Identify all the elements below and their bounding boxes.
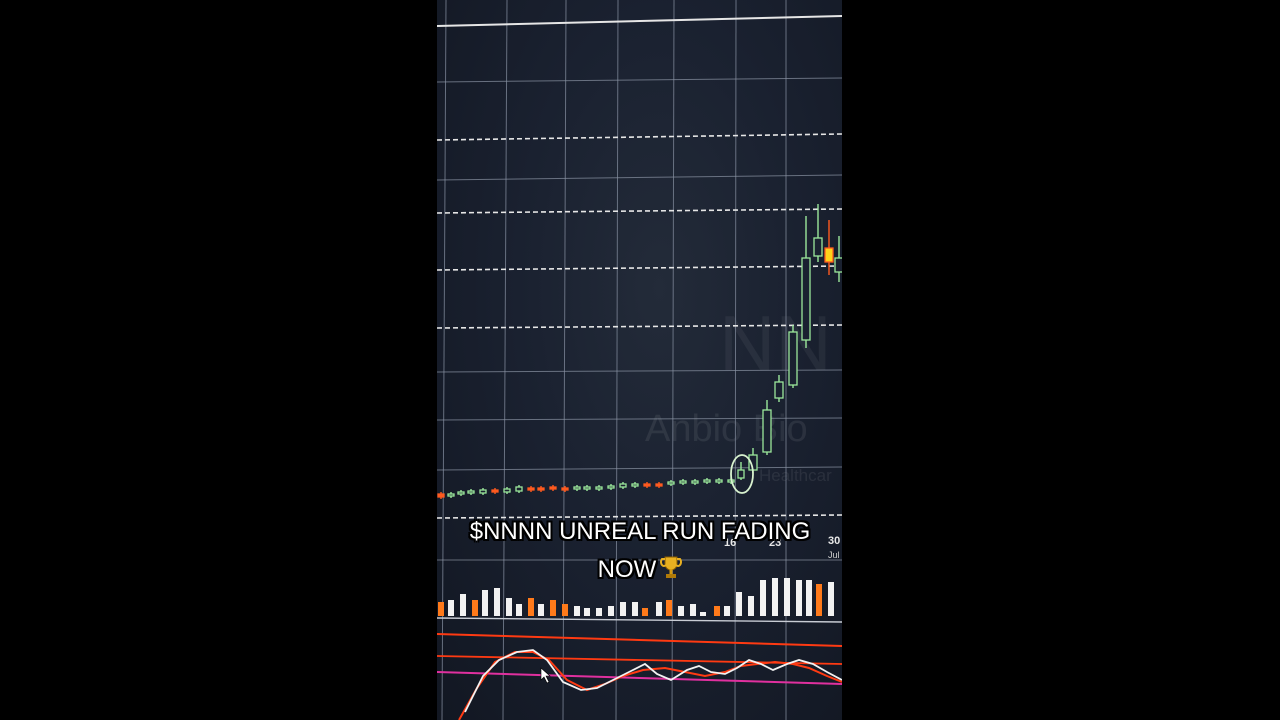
volume-bar	[516, 604, 522, 616]
volume-bar	[690, 604, 696, 616]
volume-bar	[632, 602, 638, 616]
candle-body	[527, 487, 535, 491]
oscillator-pane	[437, 633, 842, 720]
volume-bar	[608, 606, 614, 616]
overbought-line	[437, 633, 842, 647]
candle-body	[583, 486, 591, 490]
top-border-line	[437, 15, 842, 27]
volume-bar	[596, 608, 602, 616]
candle-body	[457, 491, 465, 495]
candle-body	[655, 483, 663, 487]
video-caption: $NNNN UNREAL RUN FADING NOW	[0, 513, 1280, 589]
volume-bar	[562, 604, 568, 616]
candle-body	[491, 489, 499, 493]
volume-bar	[700, 612, 706, 616]
candle-body	[447, 493, 455, 497]
candle-body	[801, 257, 811, 341]
volume-bar	[678, 606, 684, 616]
volume-bar	[620, 602, 626, 616]
candle-body	[679, 480, 687, 484]
candle-body	[537, 487, 545, 491]
candle-body	[691, 480, 699, 484]
volume-bar	[550, 600, 556, 616]
candle-body	[667, 481, 675, 485]
video-frame: NN Anbio Bio Healthcar 16 23 30 Jul $NNN…	[0, 0, 1280, 720]
volume-bar	[460, 594, 466, 616]
candle-body	[573, 486, 581, 490]
candle-body	[607, 485, 615, 489]
volume-bar	[642, 608, 648, 616]
candle-body	[834, 257, 842, 273]
dashed-levels	[437, 133, 842, 519]
candle-body	[437, 493, 445, 498]
candle-body	[824, 247, 834, 263]
cursor-icon	[540, 667, 551, 684]
volume-bar	[666, 600, 672, 616]
candle-body	[703, 479, 711, 483]
candle-body	[467, 490, 475, 494]
candle-body	[561, 487, 569, 491]
candle-body	[715, 479, 723, 483]
candle-body	[774, 381, 784, 399]
volume-bar	[472, 600, 478, 616]
candle-body	[515, 486, 523, 492]
volume-bar	[506, 598, 512, 616]
candle-body	[503, 488, 511, 493]
volume-bar	[482, 590, 488, 616]
volume-bar	[448, 600, 454, 616]
caption-line-1: $NNNN UNREAL RUN FADING	[469, 518, 811, 545]
candle-body	[813, 237, 823, 257]
volume-bar	[724, 606, 730, 616]
volume-bar	[656, 602, 662, 616]
candle-body	[595, 486, 603, 490]
price-candles	[437, 204, 842, 499]
volume-bar	[528, 598, 534, 616]
stoch-d-line	[458, 651, 842, 720]
trophy-icon	[660, 556, 683, 578]
volume-bar	[714, 606, 720, 616]
chart-photo: NN Anbio Bio Healthcar 16 23 30 Jul	[437, 0, 842, 720]
volume-bar	[438, 602, 444, 616]
volume-bar	[736, 592, 742, 616]
oversold-line	[437, 671, 842, 685]
stoch-k-line	[464, 649, 842, 713]
candle-body	[788, 331, 798, 386]
volume-bar	[494, 588, 500, 616]
candle-body	[619, 483, 627, 488]
chart-canvas	[437, 0, 842, 720]
candle-body	[631, 483, 639, 487]
caption-line-2: NOW	[0, 551, 1280, 589]
candle-body	[643, 483, 651, 487]
candle-body	[549, 486, 557, 490]
candle-body	[479, 489, 487, 494]
volume-bar	[748, 596, 754, 616]
candle-body	[762, 409, 772, 453]
caption-line-2-text: NOW	[597, 556, 657, 583]
volume-bar	[584, 608, 590, 616]
volume-bar	[574, 606, 580, 616]
volume-bar	[538, 604, 544, 616]
candle-body	[737, 469, 745, 479]
